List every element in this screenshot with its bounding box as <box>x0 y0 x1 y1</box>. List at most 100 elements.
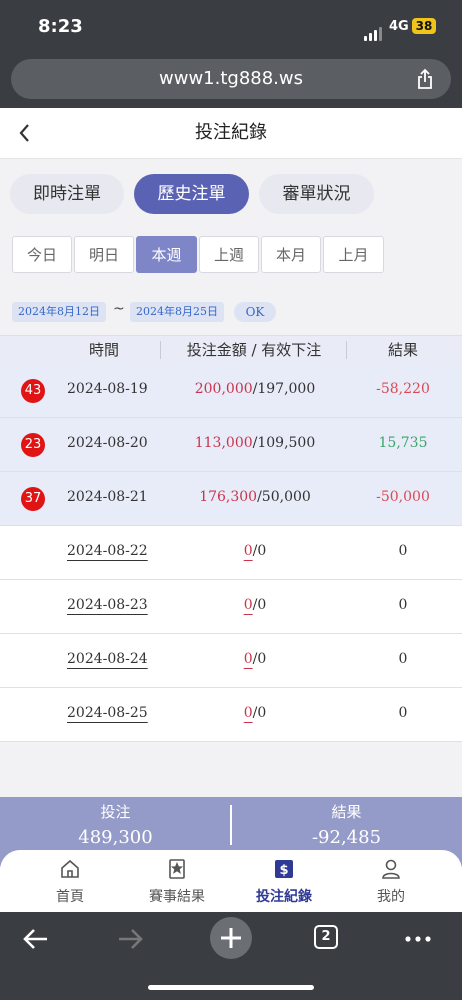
bet-count-badge: 23 <box>21 433 45 457</box>
column-header-time: 時間 <box>88 341 119 359</box>
forward-arrow-icon[interactable] <box>116 922 146 956</box>
row-amount: 0/0 <box>160 543 350 559</box>
tab-review-status[interactable]: 審單狀況 <box>259 174 374 214</box>
row-date: 2024-08-21 <box>67 489 148 505</box>
row-date: 2024-08-20 <box>67 435 148 451</box>
valid-bet: /0 <box>252 651 267 667</box>
total-result-value: -92,485 <box>311 827 382 848</box>
bet-count-badge: 43 <box>21 379 45 403</box>
bet-record-icon: $ <box>275 860 293 878</box>
bet-amount: 176,300 <box>199 489 258 505</box>
column-divider <box>346 341 347 359</box>
period-today[interactable]: 今日 <box>12 236 72 273</box>
row-result: 0 <box>398 651 408 667</box>
period-last-month[interactable]: 上月 <box>323 236 384 273</box>
network-type: 4G <box>389 19 409 34</box>
ok-button[interactable]: OK <box>234 302 276 322</box>
row-result: -50,000 <box>376 489 430 505</box>
row-result: 0 <box>398 543 408 559</box>
home-indicator <box>148 985 314 990</box>
nav-match-results[interactable]: 賽事結果 <box>131 858 223 906</box>
nav-profile-label: 我的 <box>377 889 405 905</box>
share-icon[interactable] <box>413 67 437 91</box>
bookmark-star-icon <box>169 859 185 879</box>
row-date-link[interactable]: 2024-08-23 <box>67 597 148 613</box>
back-arrow-icon[interactable] <box>14 120 34 146</box>
period-last-week[interactable]: 上週 <box>199 236 259 273</box>
table-row[interactable]: 2024-08-24 0/0 0 <box>0 634 462 688</box>
user-icon <box>382 859 400 879</box>
table-row[interactable]: 2024-08-22 0/0 0 <box>0 526 462 580</box>
row-date-link[interactable]: 2024-08-25 <box>67 705 148 721</box>
date-range-separator: ~ <box>113 301 125 317</box>
row-date-link[interactable]: 2024-08-22 <box>67 543 148 559</box>
url-field[interactable]: www1.tg888.ws <box>11 59 451 99</box>
table-row[interactable]: 43 2024-08-19 200,000/197,000 -58,220 <box>0 364 462 418</box>
valid-bet: /0 <box>252 705 267 721</box>
total-bet-label: 投注 <box>100 803 131 821</box>
tab-realtime-bets[interactable]: 即時注單 <box>10 174 124 214</box>
status-time: 8:23 <box>38 16 83 37</box>
end-date-field[interactable]: 2024年8月25日 <box>130 302 224 322</box>
nav-home[interactable]: 首頁 <box>24 858 116 906</box>
bet-amount-link[interactable]: 0 <box>244 651 253 667</box>
page-header: 投注紀錄 <box>0 108 462 159</box>
row-result: 0 <box>398 705 408 721</box>
row-result: -58,220 <box>376 381 430 397</box>
url-text: www1.tg888.ws <box>159 68 303 89</box>
period-this-week[interactable]: 本週 <box>136 236 197 273</box>
period-this-month[interactable]: 本月 <box>261 236 321 273</box>
battery-icon: 38 <box>412 18 436 34</box>
bet-amount: 200,000 <box>194 381 253 397</box>
start-date-field[interactable]: 2024年8月12日 <box>12 302 106 322</box>
tab-count-icon[interactable]: 2 <box>314 925 338 949</box>
nav-profile[interactable]: 我的 <box>345 858 437 906</box>
table-row[interactable]: 23 2024-08-20 113,000/109,500 15,735 <box>0 418 462 472</box>
row-amount: 176,300/50,000 <box>160 489 350 505</box>
row-amount: 0/0 <box>160 597 350 613</box>
back-arrow-icon[interactable] <box>20 922 50 956</box>
period-tomorrow[interactable]: 明日 <box>74 236 134 273</box>
row-result: 0 <box>398 597 408 613</box>
valid-bet: /197,000 <box>252 381 316 397</box>
browser-toolbar: 2 <box>0 912 462 1000</box>
svg-text:$: $ <box>279 863 288 878</box>
valid-bet: /0 <box>252 543 267 559</box>
new-tab-icon[interactable] <box>210 917 252 959</box>
nav-match-results-label: 賽事結果 <box>149 889 205 905</box>
table-row[interactable]: 2024-08-23 0/0 0 <box>0 580 462 634</box>
browser-address-bar: www1.tg888.ws <box>0 52 462 108</box>
nav-bet-records-label: 投注紀錄 <box>256 889 312 905</box>
bet-amount-link[interactable]: 0 <box>244 543 253 559</box>
nav-home-label: 首頁 <box>56 889 84 905</box>
status-bar: 8:23 4G 38 <box>0 0 462 52</box>
row-amount: 0/0 <box>160 651 350 667</box>
home-icon <box>61 859 79 878</box>
nav-bet-records[interactable]: $ 投注紀錄 <box>238 858 330 906</box>
total-result-label: 結果 <box>331 803 362 821</box>
row-amount: 200,000/197,000 <box>160 381 350 397</box>
table-row[interactable]: 2024-08-25 0/0 0 <box>0 688 462 742</box>
row-date: 2024-08-19 <box>67 381 148 397</box>
more-options-icon[interactable] <box>403 922 433 956</box>
bet-amount: 113,000 <box>194 435 253 451</box>
page-title: 投注紀錄 <box>195 122 267 143</box>
valid-bet: /50,000 <box>257 489 311 505</box>
valid-bet: /0 <box>252 597 267 613</box>
total-bet-value: 489,300 <box>78 827 153 848</box>
row-amount: 0/0 <box>160 705 350 721</box>
tab-history-bets[interactable]: 歷史注單 <box>134 174 249 214</box>
bottom-nav: 首頁 賽事結果 $ 投注紀錄 我的 <box>0 850 462 912</box>
bet-count-badge: 37 <box>21 487 45 511</box>
table-row[interactable]: 37 2024-08-21 176,300/50,000 -50,000 <box>0 472 462 526</box>
signal-icon <box>364 22 384 41</box>
bet-amount-link[interactable]: 0 <box>244 705 253 721</box>
row-date-link[interactable]: 2024-08-24 <box>67 651 148 667</box>
row-amount: 113,000/109,500 <box>160 435 350 451</box>
row-result: 15,735 <box>378 435 428 451</box>
column-header-result: 結果 <box>387 341 418 359</box>
valid-bet: /109,500 <box>252 435 316 451</box>
table-header: 時間 投注金額 / 有效下注 結果 <box>0 335 462 364</box>
bet-amount-link[interactable]: 0 <box>244 597 253 613</box>
column-header-amount: 投注金額 / 有效下注 <box>186 341 322 359</box>
